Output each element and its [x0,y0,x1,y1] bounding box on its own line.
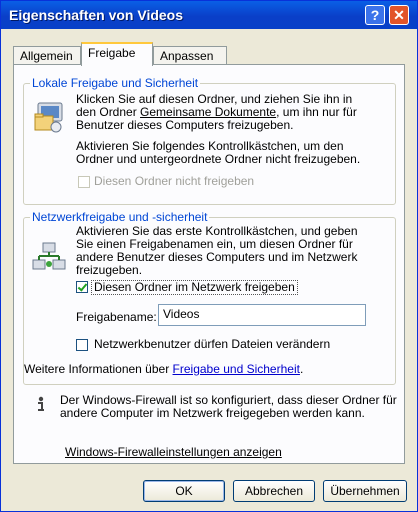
share-folder-label: Diesen Ordner im Netzwerk freigeben [91,280,298,295]
dont-share-label: Diesen Ordner nicht freigeben [94,174,255,188]
share-name-label: Freigabename: [76,310,157,324]
dont-share-checkbox[interactable] [78,176,90,188]
window-title: Eigenschaften von Videos [9,7,184,23]
local-sharing-group-label: Lokale Freigabe und Sicherheit [30,76,201,90]
shared-documents-link[interactable]: Gemeinsame Dokumente [140,105,276,119]
sharing-security-link[interactable]: Freigabe und Sicherheit [173,362,300,376]
cancel-button[interactable]: Abbrechen [233,480,315,502]
more-info-text: Weitere Informationen über [24,362,173,376]
network-description-line-4: freizugeben. [76,263,143,277]
more-info-text: . [299,362,304,376]
properties-dialog: Eigenschaften von Videos ? ✕ Allgemein F… [0,0,418,512]
shared-documents-icon [34,102,63,133]
network-sharing-icon [32,242,66,270]
allow-modify-label: Netzwerkbenutzer dürfen Dateien veränder… [94,337,331,351]
network-sharing-group-label: Netzwerkfreigabe und -sicherheit [30,210,210,224]
firewall-info-line-2: andere Computer im Netzwerk freigegeben … [60,406,365,420]
title-bar[interactable]: Eigenschaften von Videos ? ✕ [1,1,417,29]
tab-freigabe[interactable]: Freigabe [81,42,153,66]
tab-anpassen[interactable]: Anpassen [153,46,227,64]
info-icon [38,396,44,411]
ok-button[interactable]: OK [143,480,225,502]
share-name-input[interactable]: Videos [158,304,366,326]
local-description-text: , um ihn nur für [276,105,357,119]
local-sharing-group: Lokale Freigabe und Sicherheit Klicken S… [23,76,396,205]
more-info-line: Weitere Informationen über Freigabe und … [24,363,303,376]
sharing-tab-panel: Lokale Freigabe und Sicherheit Klicken S… [13,64,405,464]
allow-modify-checkbox[interactable] [76,339,88,351]
local-description-line-5: Ordner und untergeordnete Ordner nicht f… [76,152,361,166]
share-folder-checkbox[interactable] [76,281,88,293]
local-description-text: den Ordner [76,105,141,119]
network-sharing-group: Netzwerkfreigabe und -sicherheit Aktivie… [23,210,396,385]
local-description-line-3: Benutzer dieses Computers freizugeben. [76,118,294,132]
close-button[interactable]: ✕ [389,5,409,25]
apply-button[interactable]: Übernehmen [323,480,407,502]
help-button[interactable]: ? [365,5,385,25]
firewall-settings-link[interactable]: Windows-Firewalleinstellungen anzeigen [65,446,282,459]
tab-allgemein[interactable]: Allgemein [13,46,81,64]
